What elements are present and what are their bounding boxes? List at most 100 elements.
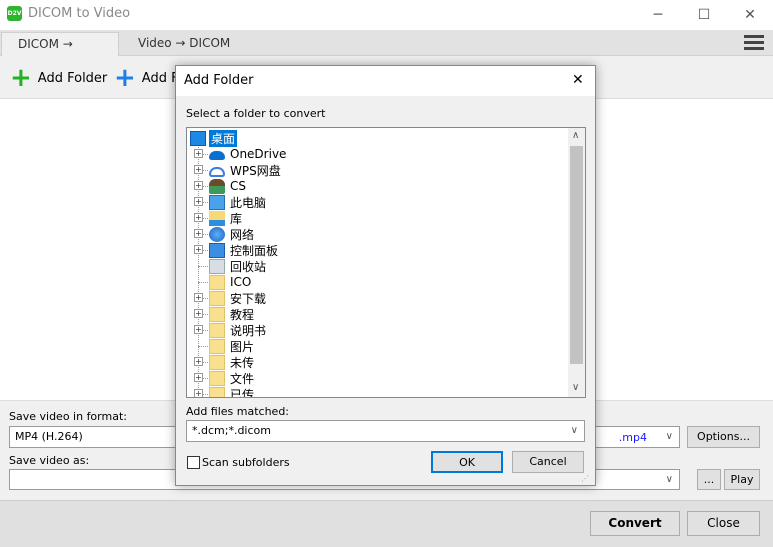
library-icon bbox=[209, 210, 225, 226]
resize-grip-icon[interactable]: ⋰ bbox=[581, 474, 589, 483]
tree-node-label: 控制面板 bbox=[230, 243, 279, 258]
tree-node-label: CS bbox=[230, 179, 246, 193]
play-button[interactable]: Play bbox=[724, 469, 760, 490]
tree-node[interactable]: 图片 bbox=[187, 338, 567, 354]
tree-node-label: 此电脑 bbox=[230, 195, 267, 210]
scroll-down-icon[interactable]: ∨ bbox=[572, 382, 579, 393]
folder-tree[interactable]: 桌面 + OneDrive + WPS网盘 + CS + 此电脑 + 库 + 网络 + 控制面板 回收站 ICO… bbox=[186, 127, 586, 398]
chevron-down-icon: ∨ bbox=[665, 474, 673, 485]
window-title: DICOM to Video bbox=[28, 6, 131, 21]
format-label: Save video in format: bbox=[9, 410, 127, 423]
cancel-button[interactable]: Cancel bbox=[512, 451, 584, 473]
tree-node[interactable]: + 教程 bbox=[187, 306, 567, 322]
expand-icon[interactable]: + bbox=[194, 213, 203, 222]
match-label: Add files matched: bbox=[186, 405, 290, 418]
match-pattern-value: *.dcm;*.dicom bbox=[192, 424, 271, 437]
dialog-close-button[interactable]: ✕ bbox=[572, 72, 584, 88]
folder-icon bbox=[209, 370, 225, 386]
save-as-label: Save video as: bbox=[9, 454, 90, 467]
dialog-title: Add Folder bbox=[184, 73, 254, 88]
ok-button[interactable]: OK bbox=[431, 451, 503, 473]
minimize-button[interactable]: ─ bbox=[635, 0, 681, 30]
tree-node[interactable]: + 网络 bbox=[187, 226, 567, 242]
close-app-button[interactable]: Close bbox=[687, 511, 760, 536]
maximize-button[interactable]: ☐ bbox=[681, 0, 727, 30]
computer-icon bbox=[209, 194, 225, 210]
tree-node-label: 说明书 bbox=[230, 323, 267, 338]
tree-line bbox=[198, 282, 208, 283]
onedrive-cloud-icon bbox=[209, 151, 225, 160]
tree-node-label: 库 bbox=[230, 211, 243, 226]
add-folder-button[interactable]: + Add Folder bbox=[10, 65, 108, 91]
match-pattern-select[interactable]: *.dcm;*.dicom ∨ bbox=[186, 420, 585, 442]
add-folder-label: Add Folder bbox=[37, 70, 108, 86]
expand-icon[interactable]: + bbox=[194, 309, 203, 318]
expand-icon[interactable]: + bbox=[194, 293, 203, 302]
browse-button[interactable]: ... bbox=[697, 469, 721, 490]
tree-node[interactable]: + 库 bbox=[187, 210, 567, 226]
expand-icon[interactable]: + bbox=[194, 373, 203, 382]
app-logo: D2V bbox=[7, 6, 22, 21]
control-panel-icon bbox=[209, 242, 225, 258]
expand-icon[interactable]: + bbox=[194, 165, 203, 174]
tree-node[interactable]: + OneDrive bbox=[187, 146, 567, 162]
scroll-thumb[interactable] bbox=[570, 146, 583, 364]
tree-node[interactable]: + 控制面板 bbox=[187, 242, 567, 258]
desktop-icon bbox=[190, 130, 206, 146]
chevron-down-icon: ∨ bbox=[570, 425, 578, 436]
convert-button[interactable]: Convert bbox=[590, 511, 680, 536]
add-files-label: Add F bbox=[141, 70, 179, 86]
tree-scrollbar[interactable]: ∧ ∨ bbox=[568, 128, 585, 397]
tree-node[interactable]: + WPS网盘 bbox=[187, 162, 567, 178]
expand-icon[interactable]: + bbox=[194, 149, 203, 158]
expand-icon[interactable]: + bbox=[194, 245, 203, 254]
options-button[interactable]: Options... bbox=[687, 426, 760, 448]
expand-icon[interactable]: + bbox=[194, 389, 203, 397]
expand-icon[interactable]: + bbox=[194, 181, 203, 190]
chevron-down-icon: ∨ bbox=[665, 431, 673, 442]
title-bar: D2V DICOM to Video ─ ☐ ✕ bbox=[0, 0, 773, 30]
tree-line bbox=[198, 346, 208, 347]
tree-node-label: 回收站 bbox=[230, 259, 267, 274]
folder-icon bbox=[209, 306, 225, 322]
plus-icon: + bbox=[114, 63, 136, 93]
scroll-up-icon[interactable]: ∧ bbox=[572, 130, 579, 141]
tab-video-to-dicom[interactable]: Video → DICOM bbox=[122, 32, 246, 57]
tree-node[interactable]: + 未传 bbox=[187, 354, 567, 370]
tree-node[interactable]: + 文件 bbox=[187, 370, 567, 386]
dialog-prompt: Select a folder to convert bbox=[186, 107, 326, 120]
tab-dicom-to-video[interactable]: DICOM → Video bbox=[1, 32, 119, 73]
tree-node-label: ICO bbox=[230, 275, 252, 289]
tree-node[interactable]: + 安下载 bbox=[187, 290, 567, 306]
folder-icon bbox=[209, 386, 225, 397]
network-icon bbox=[209, 226, 225, 242]
expand-icon[interactable]: + bbox=[194, 325, 203, 334]
tree-node[interactable]: 回收站 bbox=[187, 258, 567, 274]
tree-node[interactable]: + 说明书 bbox=[187, 322, 567, 338]
format-value: MP4 (H.264) bbox=[15, 430, 83, 443]
tree-node[interactable]: + 此电脑 bbox=[187, 194, 567, 210]
tree-node[interactable]: ICO bbox=[187, 274, 567, 290]
hamburger-icon[interactable] bbox=[744, 35, 764, 50]
folder-icon bbox=[209, 290, 225, 306]
user-icon bbox=[209, 178, 225, 194]
expand-icon[interactable]: + bbox=[194, 357, 203, 366]
format-extension: .mp4 bbox=[618, 431, 647, 444]
dialog-title-bar: Add Folder ✕ bbox=[176, 66, 595, 96]
tree-node-label: 网络 bbox=[230, 227, 255, 242]
folder-icon bbox=[209, 274, 225, 290]
folder-icon bbox=[209, 338, 225, 354]
expand-icon[interactable]: + bbox=[194, 229, 203, 238]
tree-node[interactable]: + 已传 bbox=[187, 386, 567, 397]
add-files-button[interactable]: + Add F bbox=[114, 63, 179, 93]
folder-icon bbox=[209, 354, 225, 370]
tree-node-label: 安下载 bbox=[230, 291, 267, 306]
scan-subfolders-label[interactable]: Scan subfolders bbox=[202, 456, 290, 469]
tree-node-label: OneDrive bbox=[230, 147, 287, 161]
tree-node[interactable]: + CS bbox=[187, 178, 567, 194]
tree-node[interactable]: 桌面 bbox=[187, 129, 567, 147]
close-button[interactable]: ✕ bbox=[727, 0, 773, 30]
tree-node-label: WPS网盘 bbox=[230, 163, 281, 178]
expand-icon[interactable]: + bbox=[194, 197, 203, 206]
scan-subfolders-checkbox[interactable] bbox=[187, 456, 200, 469]
